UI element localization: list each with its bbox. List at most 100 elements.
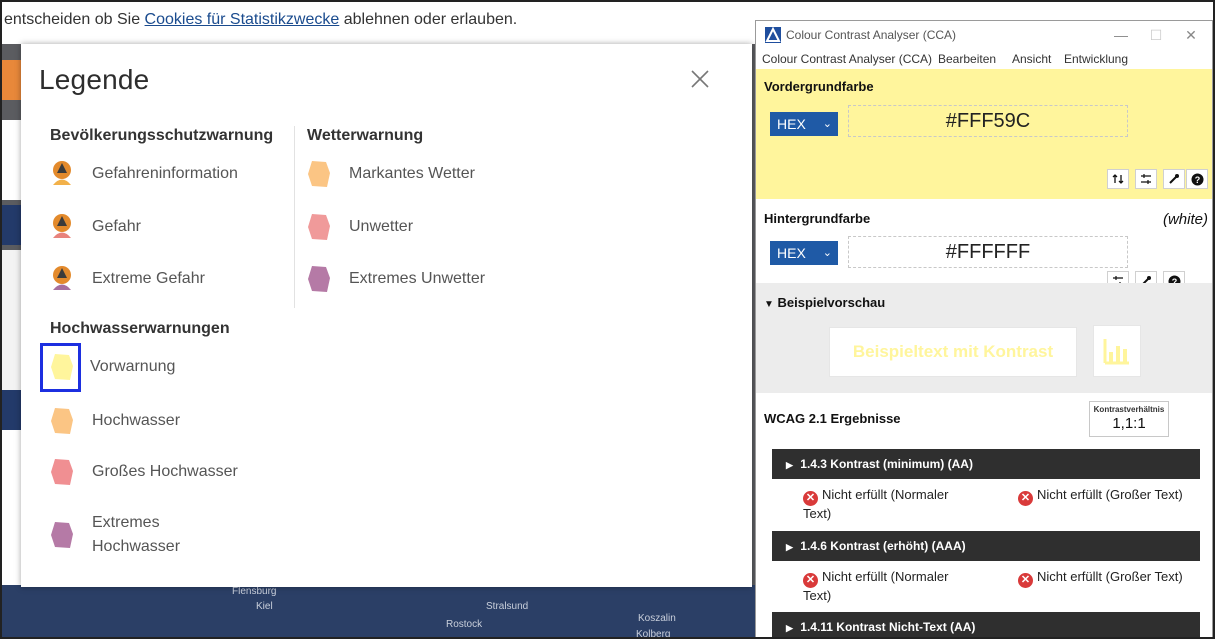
page-strip-light [0, 250, 22, 390]
results-panel: WCAG 2.1 Ergebnisse Kontrastverhältnis 1… [756, 393, 1212, 638]
results-title: WCAG 2.1 Ergebnisse [764, 411, 901, 426]
background-hex-input[interactable]: #FFFFFF [848, 236, 1128, 268]
region-shape-icon [305, 159, 333, 189]
fail-icon: ✕ [1018, 491, 1033, 506]
map-label: Rostock [446, 619, 483, 630]
swap-colors-button[interactable] [1107, 169, 1129, 189]
warning-person-icon [48, 264, 76, 294]
legend-label: Vorwarnung [90, 358, 176, 375]
warning-person-icon [48, 159, 76, 189]
criterion-1-4-11[interactable]: ▶ 1.4.11 Kontrast Nicht-Text (AA) [772, 612, 1200, 638]
app-logo-icon [765, 26, 781, 43]
minimize-button[interactable]: — [1106, 24, 1136, 46]
result-normal-text: ✕ Nicht erfüllt (Normaler Text) [803, 569, 948, 603]
legend-item-extremes-hochwasser: Extremes Hochwasser [48, 512, 180, 558]
sliders-icon [1141, 174, 1151, 184]
section-title-civil-protection: Bevölkerungsschutzwarnung [50, 127, 274, 144]
format-label: HEX [777, 116, 806, 132]
collapsed-triangle-icon: ▶ [786, 460, 793, 470]
preview-sample-text: Beispieltext mit Kontrast [829, 327, 1077, 377]
section-title-flood: Hochwasserwarnungen [50, 320, 230, 337]
eyedropper-icon [1169, 174, 1179, 184]
legend-label: Gefahreninformation [92, 165, 238, 182]
format-label: HEX [777, 245, 806, 261]
map-label: Kiel [256, 601, 273, 612]
legend-label: Gefahr [92, 218, 141, 235]
swap-icon [1112, 174, 1124, 184]
background-title: Hintergrundfarbe [764, 211, 871, 226]
region-shape-icon [305, 264, 333, 294]
region-shape-icon [48, 406, 76, 436]
legend-item-unwetter: Unwetter [305, 210, 413, 244]
result-text: Nicht erfüllt (Großer Text) [1037, 569, 1183, 584]
cookie-text-start: entscheiden ob Sie [4, 11, 145, 28]
criterion-label: 1.4.6 Kontrast (erhöht) (AAA) [800, 539, 966, 553]
warning-person-icon [48, 212, 76, 242]
foreground-hex-input[interactable]: #FFF59C [848, 105, 1128, 137]
preview-title: Beispielvorschau [777, 295, 886, 310]
result-text: Nicht erfüllt (Normaler [822, 487, 949, 502]
menu-bar: Colour Contrast Analyser (CCA) Bearbeite… [756, 49, 1212, 69]
fail-icon: ✕ [1018, 573, 1033, 588]
result-normal-text: ✕ Nicht erfüllt (Normaler Text) [803, 487, 948, 521]
legend-item-extreme-gefahr: Extreme Gefahr [48, 262, 205, 296]
preview-toggle[interactable]: ▼ Beispielvorschau [764, 295, 885, 310]
background-panel: Hintergrundfarbe (white) HEX ⌄ #FFFFFF ? [756, 199, 1212, 291]
contrast-ratio-box: Kontrastverhältnis 1,1:1 [1089, 401, 1169, 437]
preview-panel: ▼ Beispielvorschau Beispieltext mit Kont… [756, 283, 1212, 393]
result-text: Nicht erfüllt (Normaler [822, 569, 949, 584]
legend-item-gefahreninformation: Gefahreninformation [48, 157, 238, 191]
close-icon [691, 70, 709, 88]
result-large-text: ✕ Nicht erfüllt (Großer Text) [1018, 569, 1183, 588]
cookie-statistics-link[interactable]: Cookies für Statistikzwecke [145, 11, 340, 28]
map-label: Kolberg [636, 629, 671, 640]
cookie-text-end: ablehnen oder erlauben. [339, 11, 518, 28]
collapsed-triangle-icon: ▶ [786, 542, 793, 552]
svg-text:?: ? [1194, 175, 1200, 185]
menu-item-ansicht[interactable]: Ansicht [1012, 52, 1051, 66]
background-format-select[interactable]: HEX ⌄ [770, 241, 838, 265]
help-button[interactable]: ? [1186, 169, 1208, 189]
collapsed-triangle-icon: ▶ [786, 623, 793, 633]
highlight-box [40, 343, 81, 392]
legend-label: Extremes Unwetter [349, 270, 486, 287]
close-button[interactable] [689, 68, 711, 90]
result-text: Nicht erfüllt (Großer Text) [1037, 487, 1183, 502]
criterion-1-4-3[interactable]: ▶ 1.4.3 Kontrast (minimum) (AA) [772, 449, 1200, 479]
fail-icon: ✕ [803, 491, 818, 506]
eyedropper-button[interactable] [1163, 169, 1185, 189]
column-divider [294, 126, 295, 308]
maximize-button[interactable]: ☐ [1141, 24, 1171, 46]
region-shape-icon [48, 520, 76, 550]
page-strip-navy-2 [0, 390, 22, 430]
contrast-ratio-value: 1,1:1 [1112, 415, 1146, 432]
map-label: Stralsund [486, 601, 529, 612]
adjust-button[interactable] [1135, 169, 1157, 189]
result-text-cont: Text) [803, 588, 832, 603]
page-strip-navy [0, 205, 22, 245]
chevron-down-icon: ⌄ [822, 118, 832, 130]
region-shape-icon [305, 212, 333, 242]
map-label: Flensburg [232, 586, 277, 597]
map-area[interactable]: Flensburg Kiel Stralsund Rostock Koszali… [0, 585, 760, 640]
legend-dialog: Legende Bevölkerungsschutzwarnung Gefahr… [21, 44, 752, 587]
window-title: Colour Contrast Analyser (CCA) [786, 28, 957, 42]
legend-item-extremes-unwetter: Extremes Unwetter [305, 262, 485, 296]
menu-item-entwicklung[interactable]: Entwicklung [1064, 52, 1128, 66]
menu-item-app[interactable]: Colour Contrast Analyser (CCA) [762, 52, 932, 66]
color-name-note: (white) [1162, 211, 1208, 228]
page-strip-white-2 [0, 430, 22, 585]
title-bar[interactable]: Colour Contrast Analyser (CCA) — ☐ ✕ [756, 21, 1212, 49]
legend-label: Extremes Hochwasser [92, 511, 180, 559]
foreground-title: Vordergrundfarbe [764, 79, 874, 94]
legend-label: Extreme Gefahr [92, 270, 205, 287]
close-window-button[interactable]: ✕ [1176, 24, 1206, 46]
section-title-weather: Wetterwarnung [307, 127, 424, 144]
criterion-1-4-6[interactable]: ▶ 1.4.6 Kontrast (erhöht) (AAA) [772, 531, 1200, 561]
legend-item-gefahr: Gefahr [48, 210, 141, 244]
fail-icon: ✕ [803, 573, 818, 588]
foreground-format-select[interactable]: HEX ⌄ [770, 112, 838, 136]
menu-item-bearbeiten[interactable]: Bearbeiten [938, 52, 996, 66]
legend-label: Markantes Wetter [349, 165, 475, 182]
result-text-cont: Text) [803, 506, 832, 521]
